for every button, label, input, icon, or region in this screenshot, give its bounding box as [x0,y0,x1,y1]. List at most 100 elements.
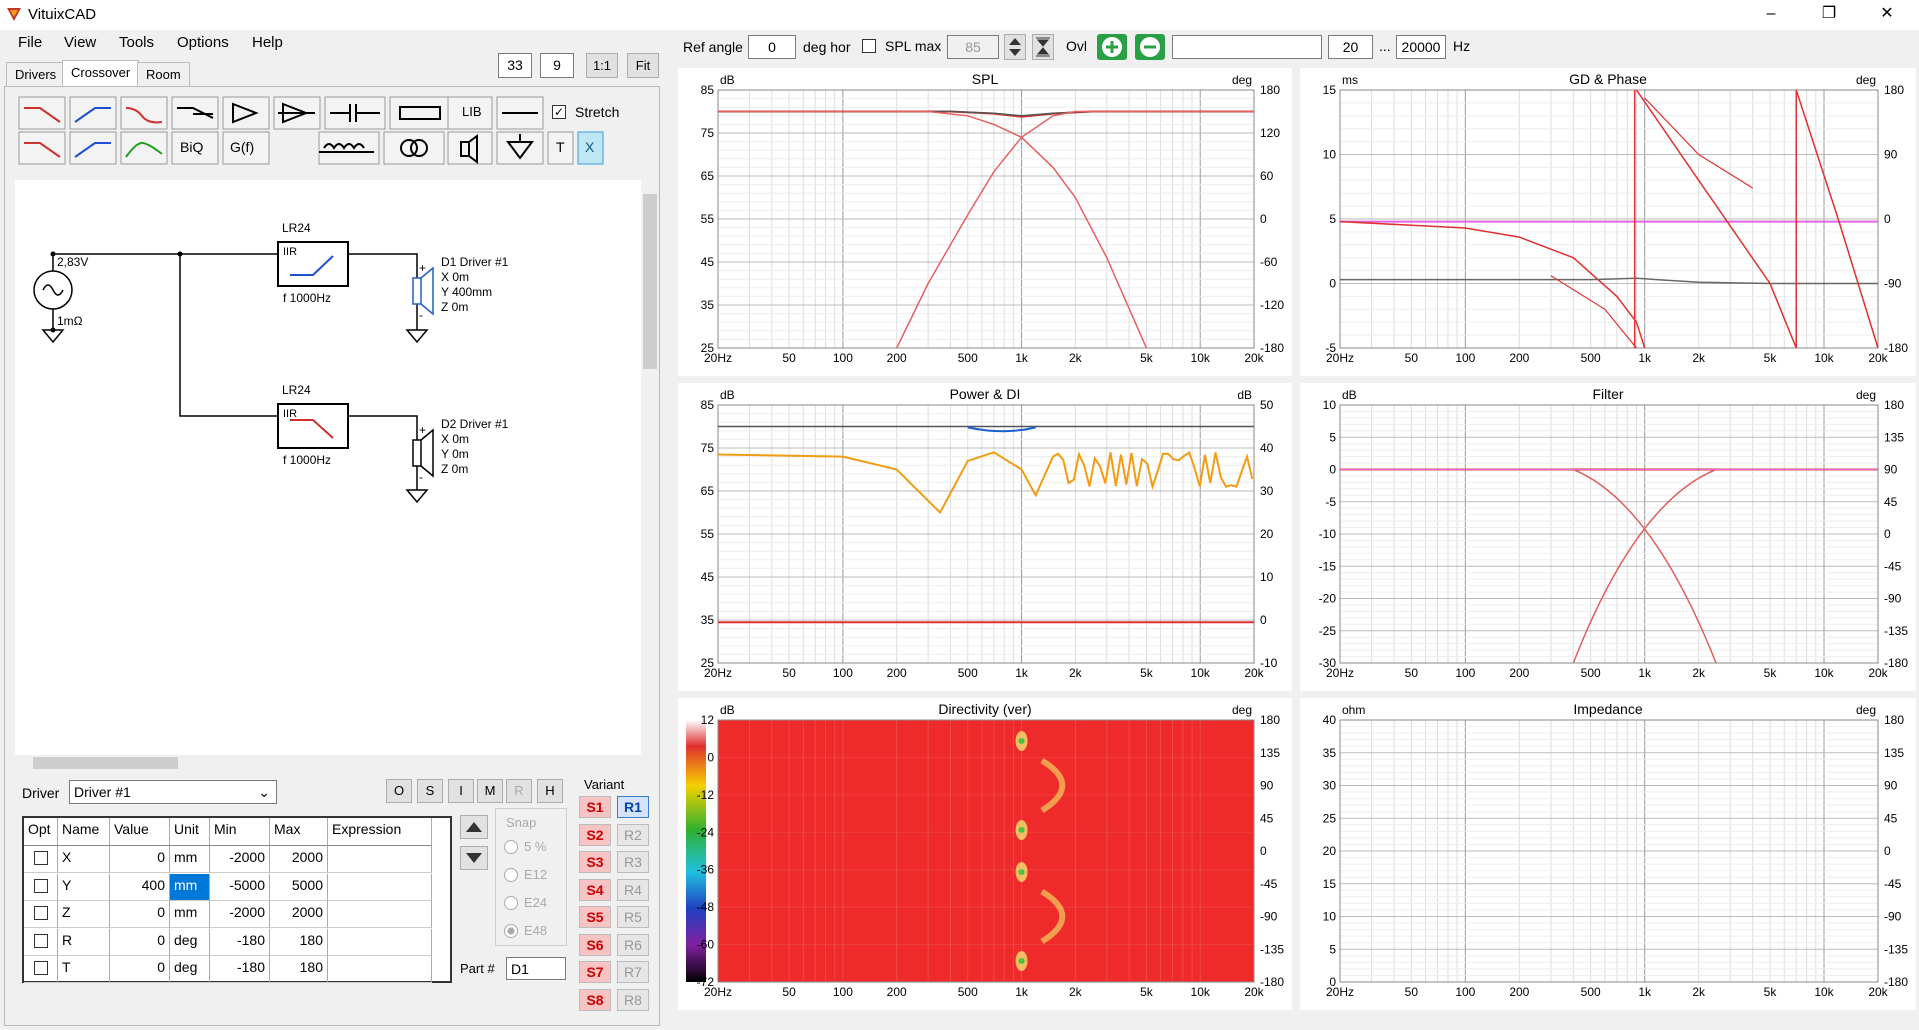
table-cell-min[interactable]: -5000 [210,873,270,901]
m-button[interactable]: M [477,779,503,803]
variant-r7[interactable]: R7 [617,961,649,983]
variant-s1[interactable]: S1 [579,796,611,818]
table-cell-value[interactable]: 0 [110,846,170,873]
stretch-checkbox[interactable]: ✓ [552,105,566,119]
table-cell-expr[interactable] [328,846,432,873]
spl-max-input[interactable]: 85 [947,35,999,59]
opt-checkbox[interactable] [34,961,48,975]
variant-s6[interactable]: S6 [579,933,611,956]
vertical-scrollbar[interactable] [641,180,659,755]
col-header-opt[interactable]: Opt [24,818,58,846]
table-cell-max[interactable]: 2000 [270,846,328,873]
snap-radio-e48[interactable] [504,924,518,938]
freq-low-input[interactable]: 20 [1328,35,1373,59]
ref-angle-input[interactable]: 0 [748,35,796,59]
col-header-unit[interactable]: Unit [170,818,210,846]
o-button[interactable]: O [386,779,412,803]
menu-view[interactable]: View [64,34,96,51]
table-cell-value[interactable]: 0 [110,956,170,983]
table-cell-opt[interactable] [24,846,58,873]
part-input[interactable]: D1 [506,957,566,980]
variant-r8[interactable]: R8 [617,988,649,1011]
table-cell-min[interactable]: -180 [210,928,270,956]
lib-button[interactable]: LIB [462,104,482,119]
opt-checkbox[interactable] [34,933,48,948]
menu-tools[interactable]: Tools [119,34,154,51]
opt-checkbox[interactable] [34,878,48,893]
tab-drivers[interactable]: Drivers [6,62,66,86]
table-cell-max[interactable]: 5000 [270,873,328,901]
chart-power-di[interactable]: Power & DI dB dB 85 75 65 55 45 35 25 50 40 30 20 10 0-… [678,383,1292,691]
variant-r6[interactable]: R6 [617,933,649,956]
variant-s8[interactable]: S8 [579,988,611,1011]
variant-s5[interactable]: S5 [579,906,611,928]
table-cell-opt[interactable] [24,928,58,956]
table-cell-expr[interactable] [328,956,432,983]
h-button[interactable]: H [537,779,563,803]
zoom-input[interactable]: 33 [498,53,532,78]
table-cell-max[interactable]: 2000 [270,901,328,928]
hscrollbar-thumb[interactable] [33,757,178,769]
variant-s4[interactable]: S4 [579,878,611,901]
opt-checkbox[interactable] [34,851,48,865]
add-overlay-button[interactable] [1097,34,1127,60]
table-cell-unit[interactable]: mm [170,846,210,873]
chart-spl[interactable]: SPL dB deg 85 75 65 55 45 35 25 180 120 60 0 -60 -120 -1… [678,68,1292,376]
opt-checkbox[interactable] [34,906,48,920]
snap-radio-5[interactable] [504,840,518,854]
driver-select[interactable]: Driver #1 ⌄ [69,780,277,804]
variant-r2[interactable]: R2 [617,823,649,846]
x-button[interactable]: X [585,139,594,155]
table-cell-unit[interactable]: deg [170,956,210,983]
minimize-icon[interactable]: – [1742,0,1800,30]
fit-button[interactable]: Fit [627,53,659,78]
table-cell-unit[interactable]: mm [170,901,210,928]
col-header-max[interactable]: Max [270,818,328,846]
menu-help[interactable]: Help [252,34,283,51]
col-header-min[interactable]: Min [210,818,270,846]
table-cell-opt[interactable] [24,873,58,901]
table-cell-name[interactable]: Z [58,901,110,928]
t-button[interactable]: T [556,139,565,155]
table-cell-expr[interactable] [328,901,432,928]
table-cell-max[interactable]: 180 [270,928,328,956]
table-cell-max[interactable]: 180 [270,956,328,983]
r-button[interactable]: R [506,779,532,803]
table-cell-name[interactable]: T [58,956,110,983]
chart-directivity[interactable]: Directivity (ver) dB deg 12 0 -12 -24 -36 -48 -60… [678,698,1292,1010]
variant-s3[interactable]: S3 [579,851,611,873]
close-icon[interactable]: ✕ [1858,0,1916,30]
gf-button[interactable]: G(f) [230,139,254,155]
restore-icon[interactable]: ❐ [1800,0,1858,30]
freq-high-input[interactable]: 20000 [1396,35,1446,59]
snap-radio-e24[interactable] [504,896,518,910]
table-cell-min[interactable]: -2000 [210,901,270,928]
overlay-input[interactable] [1172,35,1322,59]
chart-gd-phase[interactable]: GD & Phase ms deg 15 10 5 0 -5 180 90 0 -90 -180 20Hz… [1300,68,1916,376]
tab-crossover[interactable]: Crossover [62,60,140,87]
table-cell-min[interactable]: -180 [210,956,270,983]
schematic-canvas[interactable]: 2,83V 1mΩ LR24 IIR f 1000Hz LR24 IIR f 1… [15,180,641,755]
variant-s2[interactable]: S2 [579,823,611,846]
move-down-button[interactable] [460,846,488,870]
table-cell-name[interactable]: Y [58,873,110,901]
table-cell-value[interactable]: 0 [110,928,170,956]
variant-r5[interactable]: R5 [617,906,649,928]
remove-overlay-button[interactable] [1135,34,1165,60]
col-header-expr[interactable]: Expression [328,818,432,846]
col-header-name[interactable]: Name [58,818,110,846]
menu-options[interactable]: Options [177,34,229,51]
table-cell-opt[interactable] [24,901,58,928]
chart-impedance[interactable]: Impedance ohm deg 40 35 30 25 20 15 10 5 0 180 135 90 4… [1300,698,1916,1010]
chart-filter[interactable]: Filter dB deg 10 5 0 -5 -10 -15 -20 -25 -30 180 135 90… [1300,383,1916,691]
snap-radio-e12[interactable] [504,868,518,882]
scrollbar-thumb[interactable] [643,194,657,369]
table-cell-unit[interactable]: deg [170,928,210,956]
table-cell-min[interactable]: -2000 [210,846,270,873]
tab-room[interactable]: Room [137,62,190,86]
table-cell-value[interactable]: 400 [110,873,170,901]
spl-expand-button[interactable] [1032,34,1054,60]
variant-s7[interactable]: S7 [579,961,611,983]
table-cell-unit[interactable]: mm [170,873,210,901]
table-cell-name[interactable]: X [58,846,110,873]
